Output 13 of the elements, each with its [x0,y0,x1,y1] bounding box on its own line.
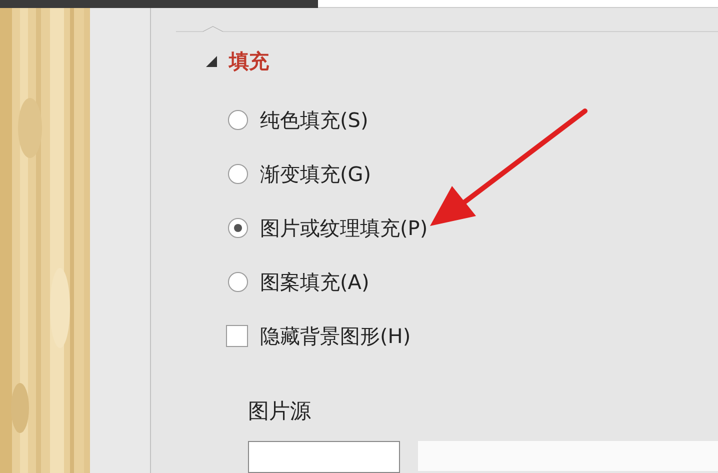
collapse-triangle-icon[interactable] [206,56,217,67]
option-label[interactable]: 图案填充(A) [260,268,370,296]
radio-button[interactable] [228,110,248,130]
radio-button[interactable] [228,218,248,238]
radio-button[interactable] [228,164,248,184]
radio-button[interactable] [228,272,248,292]
section-title: 填充 [229,48,269,75]
option-label[interactable]: 纯色填充(S) [260,106,368,134]
option-label[interactable]: 隐藏背景图形(H) [260,322,411,350]
option-label[interactable]: 渐变填充(G) [260,160,372,188]
picture-source-label: 图片源 [248,398,312,425]
option-label[interactable]: 图片或纹理填充(P) [260,214,428,242]
checkbox[interactable] [226,325,248,347]
